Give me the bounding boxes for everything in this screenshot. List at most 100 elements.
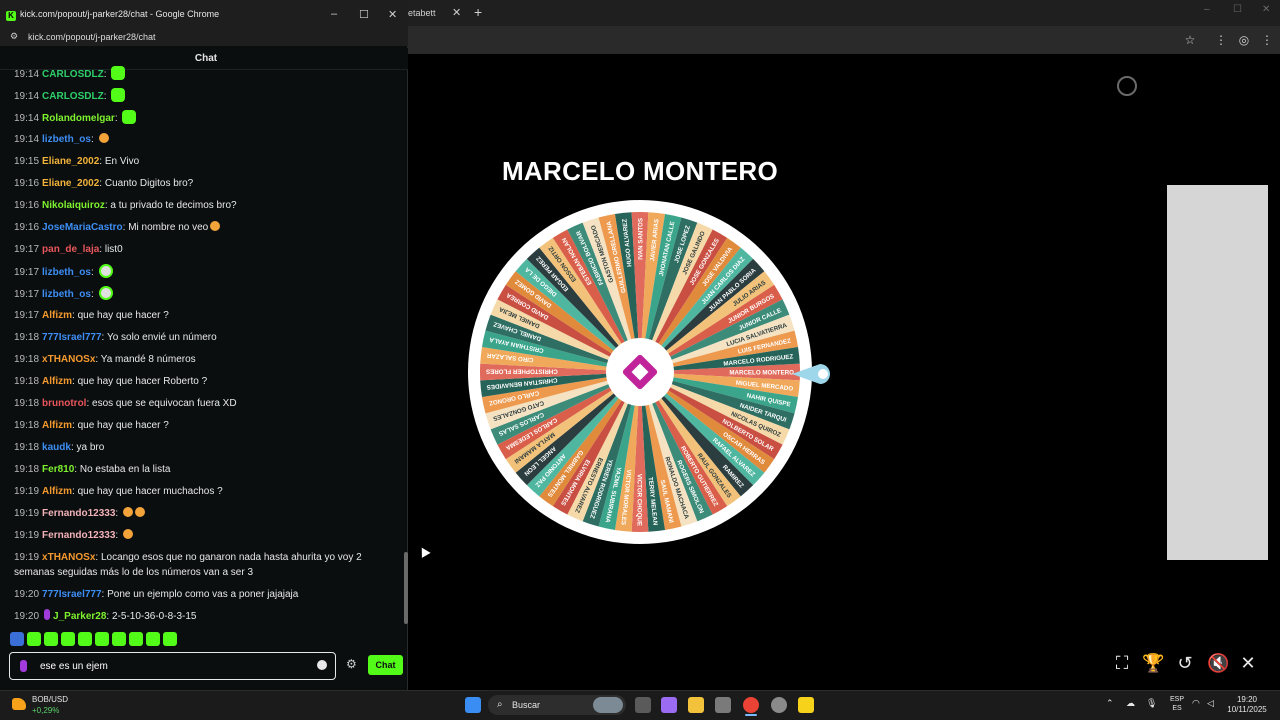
message-text: Mi nombre no veo xyxy=(128,222,209,233)
menu-icon[interactable]: ⋮ xyxy=(1259,32,1275,48)
site-info-icon[interactable]: ⚙ xyxy=(10,31,18,42)
volume-icon[interactable]: ◁ xyxy=(1207,698,1214,709)
message-username[interactable]: lizbeth_os xyxy=(42,134,91,145)
chat-message: 19:19 Fernando12333: xyxy=(14,528,394,543)
message-username[interactable]: CARLOSDLZ xyxy=(42,69,104,80)
message-time: 19:16 xyxy=(14,222,40,233)
close-icon[interactable]: ✕ xyxy=(1237,652,1259,674)
message-separator: : xyxy=(114,113,121,124)
store-icon[interactable] xyxy=(715,697,731,713)
wheel-segment-label: MARCELO MONTERO xyxy=(729,370,794,377)
message-username[interactable]: Fernando12333 xyxy=(42,530,115,541)
message-username[interactable]: 777Israel777 xyxy=(42,332,102,343)
chat-message-input[interactable] xyxy=(40,657,300,675)
background-tab-close-icon[interactable]: ✕ xyxy=(452,4,461,22)
message-username[interactable]: JoseMariaCastro xyxy=(42,222,123,233)
message-username[interactable]: J_Parker28 xyxy=(53,611,106,622)
loading-spinner-icon xyxy=(1117,76,1137,96)
emote-button[interactable] xyxy=(146,632,160,646)
emote-button[interactable] xyxy=(61,632,75,646)
taskbar-search-text[interactable]: Buscar xyxy=(512,700,540,710)
obs-icon[interactable] xyxy=(771,697,787,713)
chat-input-box[interactable] xyxy=(9,652,336,680)
tray-overflow-icon[interactable]: ⌃ xyxy=(1106,698,1114,709)
message-username[interactable]: xTHANOSx xyxy=(42,354,95,365)
microphone-icon[interactable]: 🎙 xyxy=(1146,698,1157,709)
message-username[interactable]: Fer810 xyxy=(42,464,74,475)
extensions-icon[interactable]: ⋮ xyxy=(1213,32,1229,48)
wheel-graphic: MARCELO MONTEROMIGUEL MERCADONAHIR QUISP… xyxy=(468,200,812,544)
fullscreen-icon[interactable]: ⛶ xyxy=(1111,652,1133,674)
input-language[interactable]: ESP ES xyxy=(1170,695,1184,713)
message-username[interactable]: Alfizm xyxy=(42,486,72,497)
maximize-icon[interactable]: ☐ xyxy=(359,8,369,21)
message-time: 19:18 xyxy=(14,420,40,431)
emote-button[interactable] xyxy=(10,632,24,646)
bg-minimize-icon[interactable]: – xyxy=(1204,4,1210,15)
chrome-icon[interactable] xyxy=(743,697,759,713)
message-text: esos que se equivocan fuera XD xyxy=(92,398,237,409)
window-close-icon[interactable]: ✕ xyxy=(388,8,397,21)
mute-icon[interactable]: 🔇 xyxy=(1207,652,1229,674)
message-username[interactable]: Nikolaiquiroz xyxy=(42,200,105,211)
prize-wheel[interactable]: MARCELO MONTERO MIGUEL MERCADO NAHIR QUISP… xyxy=(466,198,814,546)
minimize-icon[interactable]: – xyxy=(331,8,337,20)
message-username[interactable]: Eliane_2002 xyxy=(42,178,99,189)
message-separator: : xyxy=(90,289,97,300)
send-chat-button[interactable]: Chat xyxy=(368,655,403,675)
bg-close-icon[interactable]: ✕ xyxy=(1262,4,1270,15)
message-username[interactable]: 777Israel777 xyxy=(42,589,102,600)
wheel-pointer-icon xyxy=(792,364,830,384)
emote-button[interactable] xyxy=(163,632,177,646)
chat-scrollbar[interactable] xyxy=(404,552,408,624)
star-icon[interactable]: ☆ xyxy=(1182,32,1198,48)
stock-change[interactable]: +0,29% xyxy=(32,706,59,715)
message-username[interactable]: Rolandomelgar xyxy=(42,113,115,124)
chat-message: 19:17 Alfizm: que hay que hacer ? xyxy=(14,308,394,323)
windows-start-icon[interactable] xyxy=(465,697,481,713)
emote-button[interactable] xyxy=(78,632,92,646)
message-username[interactable]: Eliane_2002 xyxy=(42,156,99,167)
message-username[interactable]: Alfizm xyxy=(42,420,72,431)
message-username[interactable]: lizbeth_os xyxy=(42,289,91,300)
file-explorer-icon[interactable] xyxy=(688,697,704,713)
url-text[interactable]: kick.com/popout/j-parker28/chat xyxy=(28,32,156,42)
message-text: Cuanto Digitos bro? xyxy=(104,178,194,189)
emoji-picker-icon[interactable] xyxy=(317,660,327,670)
wifi-icon[interactable]: ◠ xyxy=(1192,698,1200,709)
message-username[interactable]: brunotrol xyxy=(42,398,86,409)
message-username[interactable]: kaudk xyxy=(42,442,71,453)
emote-button[interactable] xyxy=(129,632,143,646)
sticky-notes-icon[interactable] xyxy=(798,697,814,713)
message-username[interactable]: xTHANOSx xyxy=(42,552,95,563)
emote-button[interactable] xyxy=(95,632,109,646)
cloud-icon[interactable]: ☁ xyxy=(1126,698,1135,709)
message-username[interactable]: CARLOSDLZ xyxy=(42,91,104,102)
trophy-icon[interactable]: 🏆 xyxy=(1142,652,1164,674)
emoji-face-icon xyxy=(134,507,145,517)
chat-settings-icon[interactable]: ⚙ xyxy=(346,657,357,671)
message-username[interactable]: pan_de_laja xyxy=(42,244,99,255)
message-username[interactable]: Alfizm xyxy=(42,376,72,387)
green-emote-icon xyxy=(111,88,126,102)
reset-icon[interactable]: ↺ xyxy=(1174,652,1196,674)
new-tab-icon[interactable]: + xyxy=(474,3,482,21)
message-username[interactable]: Fernando12333 xyxy=(42,508,115,519)
message-time: 19:14 xyxy=(14,113,40,124)
chat-message-list[interactable]: 19:14 CARLOSDLZ: 19:14 CARLOSDLZ: 19:14 Rol… xyxy=(0,66,404,626)
bg-maximize-icon[interactable]: ☐ xyxy=(1233,4,1242,15)
emote-button[interactable] xyxy=(112,632,126,646)
emote-button[interactable] xyxy=(44,632,58,646)
copilot-icon[interactable] xyxy=(661,697,677,713)
message-time: 19:16 xyxy=(14,200,40,211)
message-separator: : xyxy=(90,134,97,145)
taskbar-clock[interactable]: 19:20 10/11/2025 xyxy=(1222,695,1272,715)
emote-button[interactable] xyxy=(27,632,41,646)
stock-name[interactable]: BOB/USD xyxy=(32,695,68,704)
message-username[interactable]: lizbeth_os xyxy=(42,267,91,278)
mic-badge-icon xyxy=(20,660,27,672)
task-view-icon[interactable] xyxy=(635,697,651,713)
message-username[interactable]: Alfizm xyxy=(42,310,72,321)
stock-widget-icon[interactable] xyxy=(12,698,26,710)
profile-icon[interactable]: ◎ xyxy=(1236,32,1252,48)
